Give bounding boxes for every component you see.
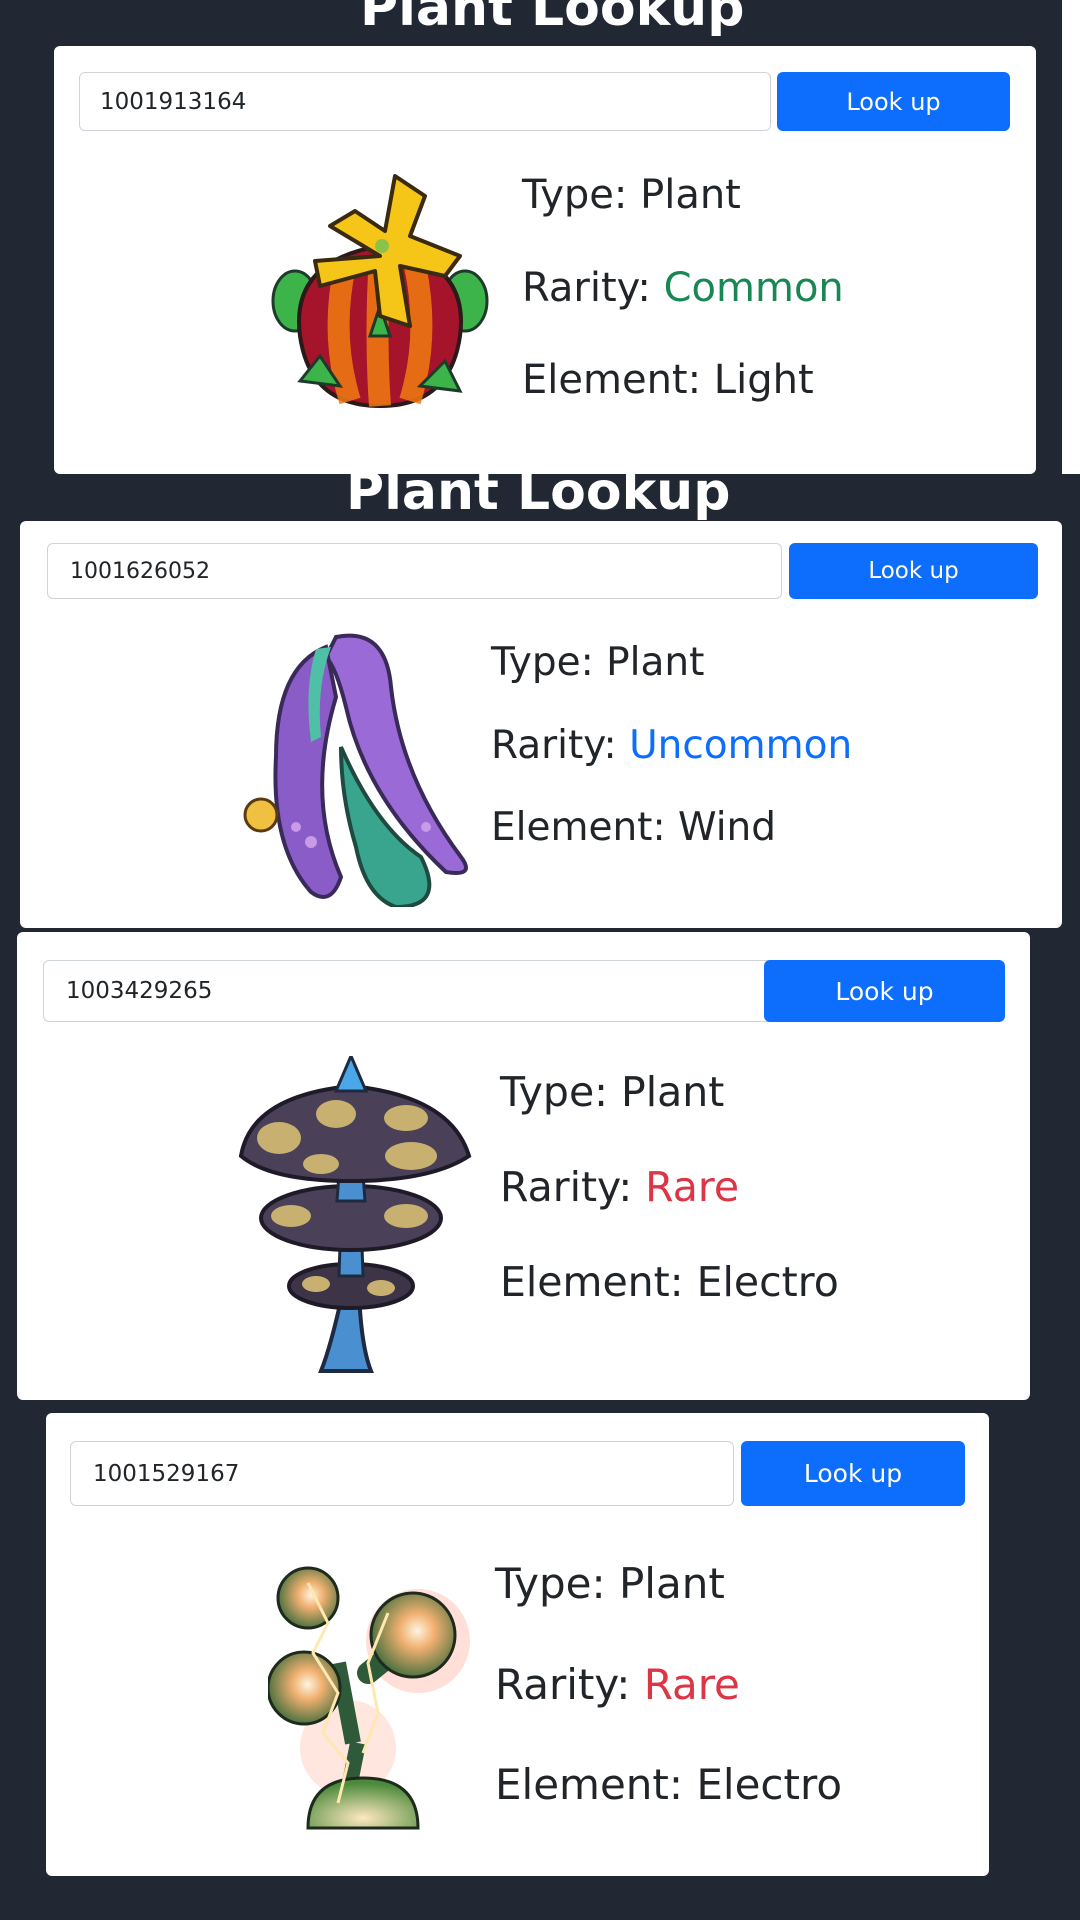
plant-id-value: 1001913164 — [100, 88, 247, 115]
flower-bulb-plant-icon — [271, 174, 489, 409]
element-row: Element: Wind — [491, 805, 777, 850]
plant-card: 1001529167 Look up Type: Plant Rarity: R — [46, 1413, 989, 1876]
panel-edge — [1062, 0, 1080, 474]
stacked-mushroom-plant-icon — [238, 1056, 472, 1373]
element-row: Element: Electro — [500, 1258, 839, 1306]
page-title: Plant Lookup — [360, 0, 745, 38]
rarity-value: Rare — [645, 1163, 740, 1211]
plant-id-input[interactable]: 1001913164 — [79, 72, 771, 131]
element-row: Element: Electro — [495, 1760, 843, 1809]
look-up-button[interactable]: Look up — [764, 960, 1005, 1022]
glowing-orb-plant-icon — [268, 1566, 470, 1830]
rarity-row: Rarity: Common — [522, 265, 844, 311]
plant-id-input[interactable]: 1001626052 — [47, 543, 782, 599]
look-up-button[interactable]: Look up — [789, 543, 1038, 599]
rarity-row: Rarity: Uncommon — [491, 723, 853, 768]
type-row: Type: Plant — [500, 1068, 725, 1116]
plant-id-value: 1003429265 — [66, 978, 213, 1004]
rarity-value: Rare — [643, 1660, 740, 1709]
rarity-row: Rarity: Rare — [500, 1163, 740, 1211]
plant-id-input[interactable]: 1001529167 — [70, 1441, 734, 1506]
plant-id-value: 1001626052 — [70, 558, 210, 584]
type-row: Type: Plant — [491, 640, 705, 685]
plant-card: 1001913164 Look up Type: Plant Rarity: C… — [54, 46, 1036, 474]
look-up-button[interactable]: Look up — [777, 72, 1010, 131]
type-row: Type: Plant — [522, 172, 741, 218]
element-row: Element: Light — [522, 357, 814, 403]
curled-leaf-plant-icon — [243, 633, 468, 907]
plant-id-input[interactable]: 1003429265 — [43, 960, 775, 1022]
plant-card: 1001626052 Look up Type: Plant Rarity: U… — [20, 521, 1062, 928]
type-row: Type: Plant — [495, 1559, 725, 1608]
look-up-button[interactable]: Look up — [741, 1441, 965, 1506]
plant-card: 1003429265 Look up Type: Plant Rarity: R… — [17, 932, 1030, 1400]
plant-id-value: 1001529167 — [93, 1460, 240, 1487]
rarity-value: Uncommon — [629, 723, 853, 768]
rarity-value: Common — [663, 265, 844, 311]
rarity-row: Rarity: Rare — [495, 1660, 740, 1709]
